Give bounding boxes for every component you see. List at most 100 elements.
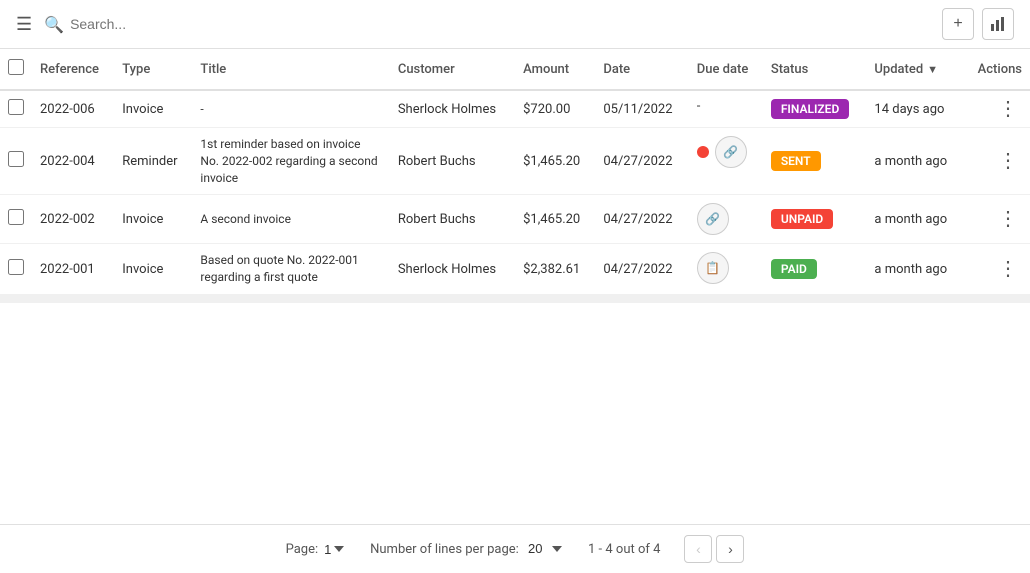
row-updated: a month ago: [866, 244, 963, 295]
col-status: Status: [763, 49, 867, 90]
prev-page-button[interactable]: ‹: [684, 535, 712, 563]
count-label: 1 - 4 out of 4: [588, 542, 660, 557]
row-title: Based on quote No. 2022-001 regarding a …: [192, 244, 389, 295]
row-due-date: 🔗: [689, 195, 763, 243]
menu-icon[interactable]: ☰: [16, 14, 32, 35]
row-checkbox-cell[interactable]: [0, 90, 32, 128]
row-reference: 2022-001: [32, 244, 114, 295]
row-status: SENT: [763, 128, 867, 195]
table-row: 2022-001InvoiceBased on quote No. 2022-0…: [0, 244, 1030, 295]
select-all-header[interactable]: [0, 49, 32, 90]
more-actions-button[interactable]: ⋮: [994, 259, 1022, 279]
row-customer: Robert Buchs: [390, 195, 515, 244]
horizontal-scrollbar[interactable]: [0, 295, 1030, 303]
table-row: 2022-002InvoiceA second invoiceRobert Bu…: [0, 195, 1030, 244]
col-customer: Customer: [390, 49, 515, 90]
row-type: Invoice: [114, 244, 192, 295]
row-due-date: 🔗: [689, 128, 763, 176]
updated-label: Updated: [874, 62, 923, 77]
table-row: 2022-004Reminder1st reminder based on in…: [0, 128, 1030, 195]
copy-icon-button[interactable]: 📋: [697, 252, 729, 284]
more-actions-button[interactable]: ⋮: [994, 151, 1022, 171]
row-amount: $2,382.61: [515, 244, 595, 295]
row-actions: ⋮: [964, 195, 1030, 244]
add-button[interactable]: +: [942, 8, 974, 40]
row-type: Invoice: [114, 195, 192, 244]
row-reference: 2022-002: [32, 195, 114, 244]
row-type: Invoice: [114, 90, 192, 128]
row-customer: Sherlock Holmes: [390, 90, 515, 128]
col-date: Date: [595, 49, 688, 90]
row-reference: 2022-006: [32, 90, 114, 128]
col-updated[interactable]: Updated ▼: [866, 49, 963, 90]
link-icon-button[interactable]: 🔗: [715, 136, 747, 168]
lines-label: Number of lines per page:: [370, 542, 519, 557]
row-checkbox[interactable]: [8, 99, 24, 115]
search-wrap: 🔍: [44, 15, 930, 34]
row-amount: $720.00: [515, 90, 595, 128]
row-type: Reminder: [114, 128, 192, 195]
table-wrap: Reference Type Title Customer Amount Dat…: [0, 49, 1030, 524]
row-checkbox-cell[interactable]: [0, 244, 32, 295]
lines-select[interactable]: 20 50 100: [528, 541, 564, 556]
row-title: A second invoice: [192, 195, 389, 244]
status-badge: SENT: [771, 151, 821, 171]
row-updated: 14 days ago: [866, 90, 963, 128]
footer-count: 1 - 4 out of 4: [588, 542, 660, 557]
chart-button[interactable]: [982, 8, 1014, 40]
row-title: 1st reminder based on invoice No. 2022-0…: [192, 128, 389, 195]
row-checkbox[interactable]: [8, 259, 24, 275]
footer-lines: Number of lines per page: 20 50 100: [370, 541, 564, 557]
select-all-checkbox[interactable]: [8, 59, 24, 75]
link-icon-button[interactable]: 🔗: [697, 203, 729, 235]
overdue-dot: [697, 146, 709, 158]
status-badge: PAID: [771, 259, 817, 279]
row-checkbox[interactable]: [8, 209, 24, 225]
row-status: PAID: [763, 244, 867, 295]
row-checkbox-cell[interactable]: [0, 195, 32, 244]
col-actions: Actions: [964, 49, 1030, 90]
status-badge: FINALIZED: [771, 99, 849, 119]
row-date: 04/27/2022: [595, 128, 688, 195]
row-checkbox-cell[interactable]: [0, 128, 32, 195]
row-actions: ⋮: [964, 90, 1030, 128]
invoices-table: Reference Type Title Customer Amount Dat…: [0, 49, 1030, 295]
page-select[interactable]: 1: [324, 542, 346, 557]
topbar-actions: +: [942, 8, 1014, 40]
row-updated: a month ago: [866, 195, 963, 244]
row-checkbox[interactable]: [8, 151, 24, 167]
table-header-row: Reference Type Title Customer Amount Dat…: [0, 49, 1030, 90]
row-actions: ⋮: [964, 244, 1030, 295]
row-status: FINALIZED: [763, 90, 867, 128]
row-reference: 2022-004: [32, 128, 114, 195]
row-due-date: 📋: [689, 244, 763, 292]
row-actions: ⋮: [964, 128, 1030, 195]
row-due-date: -: [689, 91, 763, 122]
row-updated: a month ago: [866, 128, 963, 195]
row-date: 04/27/2022: [595, 195, 688, 244]
col-type: Type: [114, 49, 192, 90]
footer-nav: ‹ ›: [684, 535, 744, 563]
row-date: 04/27/2022: [595, 244, 688, 295]
next-page-button[interactable]: ›: [716, 535, 744, 563]
footer-page: Page: 1: [286, 542, 347, 557]
more-actions-button[interactable]: ⋮: [994, 99, 1022, 119]
row-date: 05/11/2022: [595, 90, 688, 128]
page-label: Page:: [286, 542, 319, 557]
row-amount: $1,465.20: [515, 195, 595, 244]
row-amount: $1,465.20: [515, 128, 595, 195]
table-body: 2022-006Invoice-Sherlock Holmes$720.0005…: [0, 90, 1030, 294]
row-title: -: [192, 90, 389, 128]
more-actions-button[interactable]: ⋮: [994, 209, 1022, 229]
table-row: 2022-006Invoice-Sherlock Holmes$720.0005…: [0, 90, 1030, 128]
topbar: ☰ 🔍 +: [0, 0, 1030, 49]
row-customer: Robert Buchs: [390, 128, 515, 195]
search-input[interactable]: [70, 16, 270, 32]
col-reference: Reference: [32, 49, 114, 90]
col-amount: Amount: [515, 49, 595, 90]
row-status: UNPAID: [763, 195, 867, 244]
footer: Page: 1 Number of lines per page: 20 50 …: [0, 524, 1030, 573]
status-badge: UNPAID: [771, 209, 833, 229]
search-icon: 🔍: [44, 15, 64, 34]
row-customer: Sherlock Holmes: [390, 244, 515, 295]
